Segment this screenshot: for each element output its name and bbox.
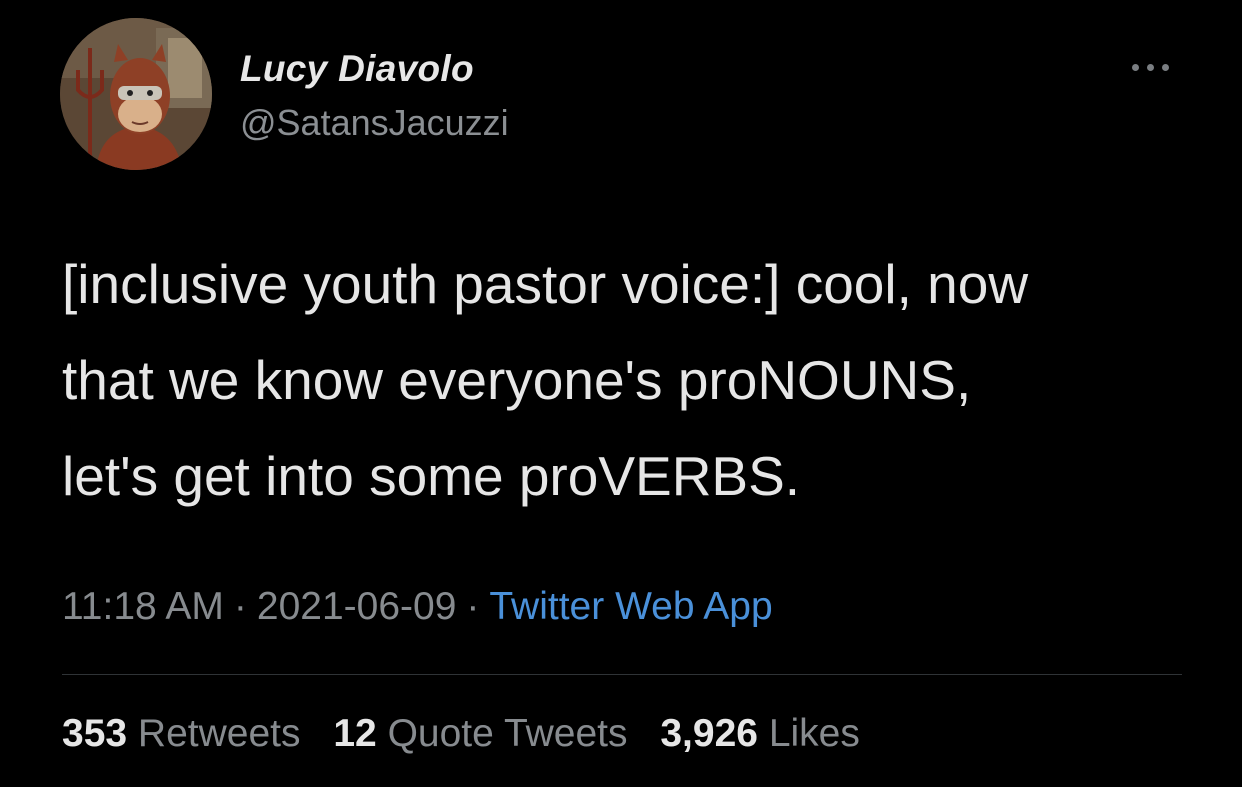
divider	[62, 674, 1182, 675]
likes-label: Likes	[768, 712, 860, 755]
tweet-meta: 11:18 AM · 2021-06-09 · Twitter Web App	[62, 585, 773, 629]
dot	[1162, 64, 1169, 71]
display-name[interactable]: Lucy Diavolo	[240, 48, 474, 90]
quote-tweets-count: 12	[333, 712, 377, 755]
more-options-icon[interactable]	[1128, 52, 1174, 82]
retweets-label: Retweets	[137, 712, 301, 755]
tweet-text: [inclusive youth pastor voice:] cool, no…	[62, 236, 1212, 524]
tweet-source-link[interactable]: Twitter Web App	[489, 585, 772, 628]
tweet-time[interactable]: 11:18 AM	[62, 585, 224, 628]
tweet-stats: 353 Retweets 12 Quote Tweets 3,926 Likes	[62, 712, 882, 756]
tweet-text-line: let's get into some proVERBS.	[62, 445, 801, 507]
likes-stat[interactable]: 3,926 Likes	[660, 712, 860, 756]
dot	[1132, 64, 1139, 71]
meta-separator: ·	[466, 585, 480, 628]
tweet-text-line: [inclusive youth pastor voice:] cool, no…	[62, 253, 1029, 315]
quote-tweets-label: Quote Tweets	[387, 712, 628, 755]
retweets-stat[interactable]: 353 Retweets	[62, 712, 301, 756]
tweet-card: Lucy Diavolo @SatansJacuzzi [inclusive y…	[0, 0, 1242, 787]
dot	[1147, 64, 1154, 71]
meta-separator: ·	[233, 585, 247, 628]
tweet-date[interactable]: 2021-06-09	[257, 585, 457, 628]
devil-costume-avatar-icon	[60, 18, 212, 170]
avatar[interactable]	[60, 18, 212, 170]
retweets-count: 353	[62, 712, 128, 755]
tweet-text-line: that we know everyone's proNOUNS,	[62, 349, 972, 411]
user-handle[interactable]: @SatansJacuzzi	[240, 102, 509, 144]
likes-count: 3,926	[660, 712, 758, 755]
quote-tweets-stat[interactable]: 12 Quote Tweets	[333, 712, 627, 756]
